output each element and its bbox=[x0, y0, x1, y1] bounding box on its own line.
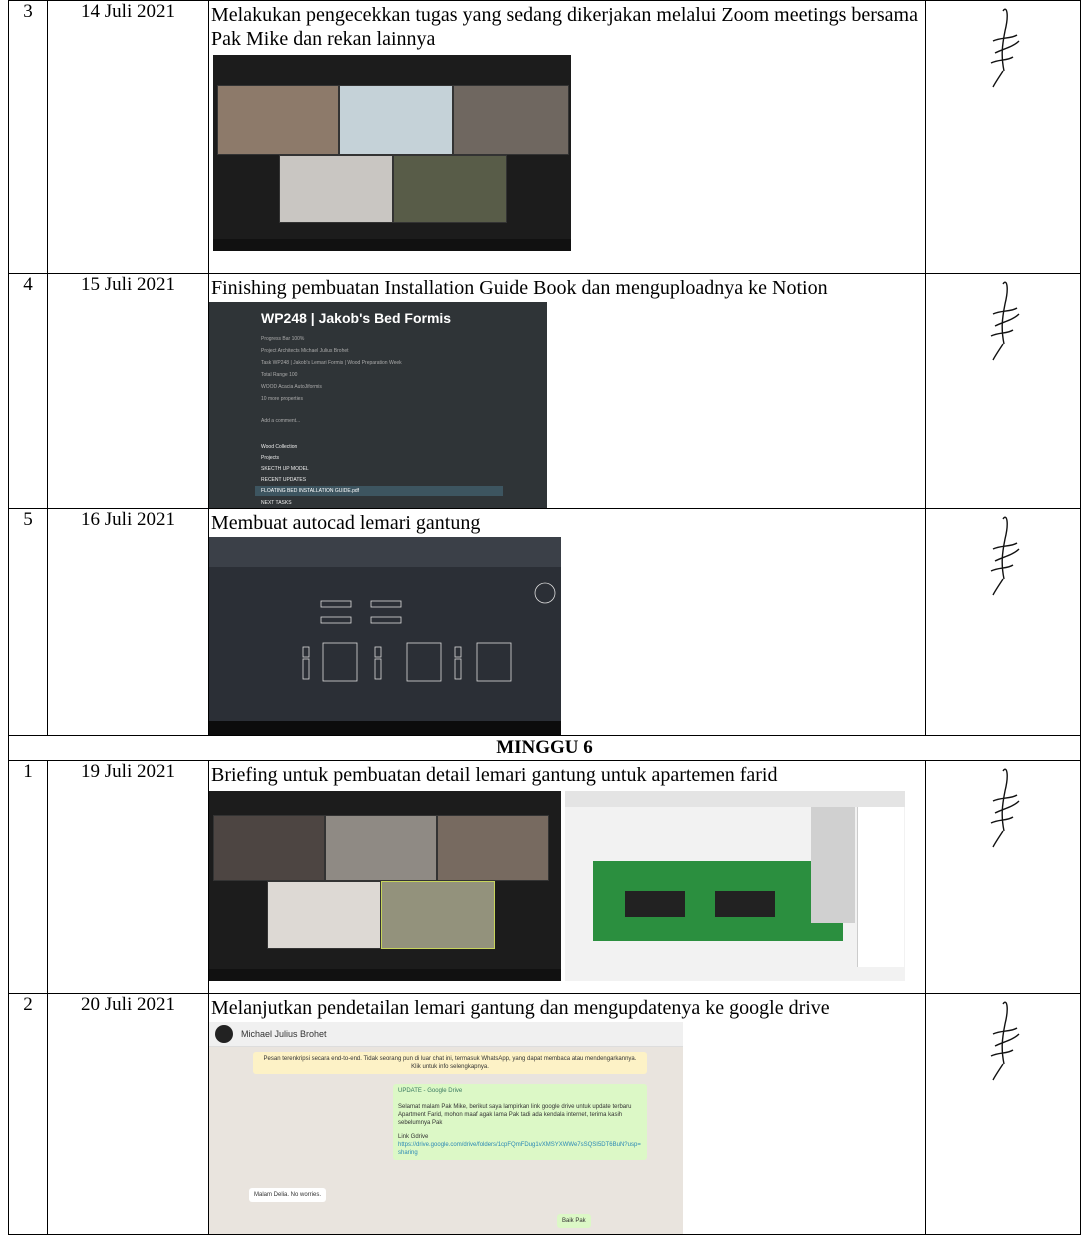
video-tile bbox=[325, 815, 437, 881]
taskbar bbox=[213, 239, 571, 251]
sketchup-screenshot bbox=[565, 791, 905, 981]
notion-property: WOOD Acacia AutoJiformis bbox=[261, 384, 322, 390]
week-heading: MINGGU 6 bbox=[8, 735, 1081, 761]
video-tile bbox=[217, 85, 339, 155]
notion-screenshot: WP248 | Jakob's Bed Formis Progress Bar … bbox=[209, 302, 547, 508]
contact-name: Michael Julius Brohet bbox=[241, 1029, 327, 1039]
video-tile bbox=[453, 85, 569, 155]
row-number: 5 bbox=[8, 508, 48, 736]
signature-icon bbox=[990, 8, 1020, 88]
drawing-canvas bbox=[302, 582, 556, 682]
video-tile bbox=[279, 155, 393, 223]
notion-link: SKECTH UP MODEL bbox=[261, 466, 309, 472]
notion-property: Progress Bar 100% bbox=[261, 336, 305, 342]
video-strip bbox=[811, 807, 855, 923]
video-tile bbox=[381, 881, 495, 949]
notion-link: NEXT TASKS bbox=[261, 500, 292, 506]
message-bubble: UPDATE - Google Drive Selamat malam Pak … bbox=[393, 1084, 647, 1160]
zoom-meeting-screenshot bbox=[209, 791, 561, 981]
table-row: 2 20 Juli 2021 Melanjutkan pendetailan l… bbox=[8, 993, 1081, 1235]
row-activity: Melakukan pengecekkan tugas yang sedang … bbox=[211, 4, 918, 50]
table-row: 3 14 Juli 2021 Melakukan pengecekkan tug… bbox=[8, 0, 1081, 274]
row-date: 14 Juli 2021 bbox=[47, 0, 209, 274]
whatsapp-screenshot: Michael Julius Brohet Pesan terenkripsi … bbox=[209, 1022, 683, 1234]
notion-page-title: WP248 | Jakob's Bed Formis bbox=[261, 310, 452, 326]
notion-property: Task WP248 | Jakob's Lemari Formis | Woo… bbox=[261, 360, 402, 366]
notion-property: 10 more properties bbox=[261, 396, 303, 402]
autocad-screenshot bbox=[209, 537, 561, 735]
message-link[interactable]: https://drive.google.com/drive/folders/1… bbox=[398, 1141, 642, 1157]
message-title: UPDATE - Google Drive bbox=[398, 1088, 463, 1094]
row-number: 4 bbox=[8, 273, 48, 509]
row-date: 16 Juli 2021 bbox=[47, 508, 209, 736]
row-activity: Finishing pembuatan Installation Guide B… bbox=[211, 277, 828, 299]
row-date: 19 Juli 2021 bbox=[47, 760, 209, 994]
video-tile bbox=[437, 815, 549, 881]
row-date: 15 Juli 2021 bbox=[47, 273, 209, 509]
row-activity: Melanjutkan pendetailan lemari gantung d… bbox=[211, 997, 830, 1019]
taskbar bbox=[209, 969, 561, 981]
video-tile bbox=[213, 815, 325, 881]
table-row: 4 15 Juli 2021 Finishing pembuatan Insta… bbox=[8, 273, 1081, 509]
row-number: 1 bbox=[8, 760, 48, 994]
notion-link: Projects bbox=[261, 455, 280, 461]
notion-link: Wood Collection bbox=[261, 444, 298, 450]
notion-property: Project Architects Michael Julius Brohet bbox=[261, 348, 349, 354]
row-activity: Membuat autocad lemari gantung bbox=[211, 512, 481, 534]
signature-icon bbox=[990, 768, 1020, 848]
table-row: 1 19 Juli 2021 Briefing untuk pembuatan … bbox=[8, 760, 1081, 994]
taskbar bbox=[209, 721, 561, 735]
notion-link: RECENT UPDATES bbox=[261, 477, 307, 483]
row-number: 3 bbox=[8, 0, 48, 274]
notion-property: Total Range 100 bbox=[261, 372, 298, 378]
row-date: 20 Juli 2021 bbox=[47, 993, 209, 1235]
video-tile bbox=[339, 85, 453, 155]
tray-panel bbox=[857, 807, 904, 967]
last-message: Baik Pak bbox=[557, 1214, 591, 1228]
signature-icon bbox=[990, 516, 1020, 596]
avatar bbox=[215, 1025, 233, 1043]
row-activity: Briefing untuk pembuatan detail lemari g… bbox=[211, 764, 778, 786]
logbook-table: 3 14 Juli 2021 Melakukan pengecekkan tug… bbox=[8, 0, 1081, 1235]
message-body: Selamat malam Pak Mike, berikut saya lam… bbox=[398, 1104, 632, 1126]
video-tile bbox=[393, 155, 507, 223]
signature-icon bbox=[990, 281, 1020, 361]
zoom-meeting-screenshot bbox=[213, 55, 571, 251]
encryption-notice: Pesan terenkripsi secara end-to-end. Tid… bbox=[253, 1052, 647, 1074]
row-number: 2 bbox=[8, 993, 48, 1235]
notion-comment: Add a comment... bbox=[261, 418, 301, 424]
notion-file: FLOATING BED INSTALLATION GUIDE.pdf bbox=[261, 488, 360, 494]
message-link-label: Link Gdrive bbox=[398, 1134, 429, 1140]
signature-icon bbox=[990, 1001, 1020, 1081]
table-row: MINGGU 6 bbox=[8, 735, 1081, 761]
reply-bubble: Malam Delia. No worries. bbox=[249, 1188, 327, 1202]
video-tile bbox=[267, 881, 381, 949]
table-row: 5 16 Juli 2021 Membuat autocad lemari ga… bbox=[8, 508, 1081, 736]
